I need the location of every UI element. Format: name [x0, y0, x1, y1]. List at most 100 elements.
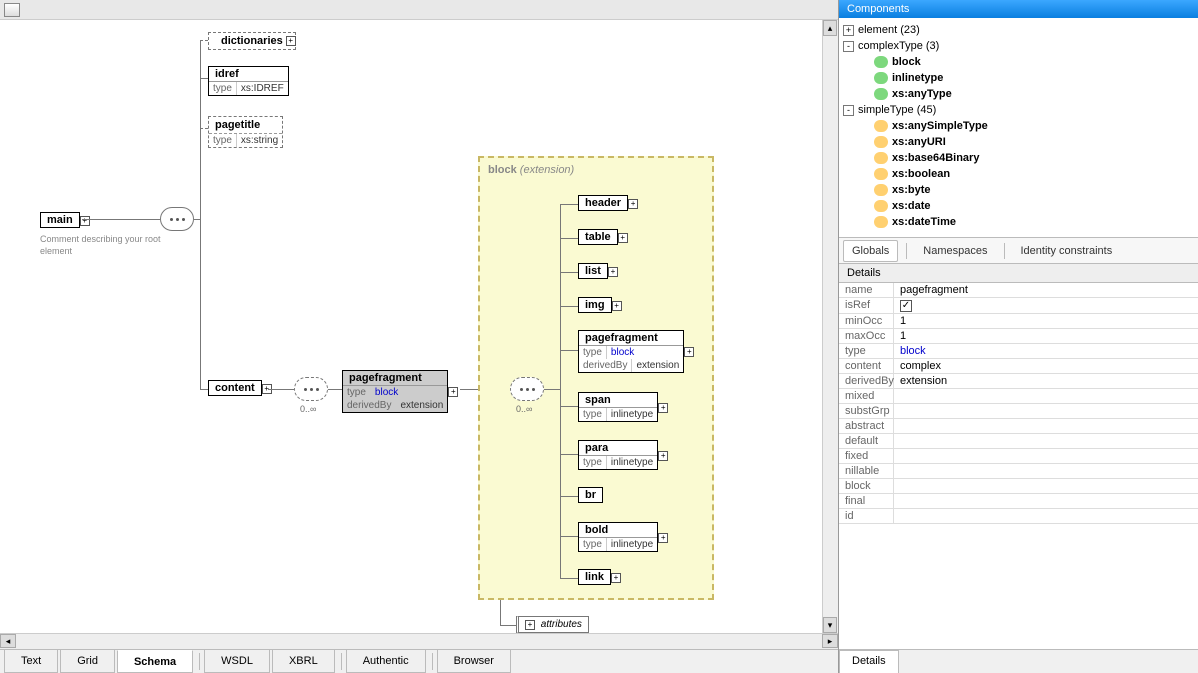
- tree-item[interactable]: xs:date: [839, 198, 1198, 214]
- details-value[interactable]: [894, 509, 1198, 523]
- details-row[interactable]: maxOcc1: [839, 329, 1198, 344]
- details-value[interactable]: [894, 389, 1198, 403]
- tree-item[interactable]: xs:base64Binary: [839, 150, 1198, 166]
- details-row[interactable]: typeblock: [839, 344, 1198, 359]
- details-row[interactable]: contentcomplex: [839, 359, 1198, 374]
- node-link[interactable]: link: [578, 569, 611, 585]
- details-value[interactable]: [894, 494, 1198, 508]
- expand-icon[interactable]: [618, 233, 628, 243]
- details-value[interactable]: [894, 434, 1198, 448]
- tree-toggle-icon[interactable]: -: [843, 105, 854, 116]
- schema-canvas[interactable]: main Comment describing your root elemen…: [0, 20, 838, 633]
- tree-item[interactable]: block: [839, 54, 1198, 70]
- node-attributes[interactable]: + attributes: [516, 616, 589, 633]
- node-header[interactable]: header: [578, 195, 628, 211]
- expand-icon[interactable]: [658, 451, 668, 461]
- tab-globals[interactable]: Globals: [843, 240, 898, 262]
- details-value[interactable]: pagefragment: [894, 283, 1198, 297]
- tree-item[interactable]: xs:byte: [839, 182, 1198, 198]
- tab-namespaces[interactable]: Namespaces: [915, 241, 995, 261]
- tree-item[interactable]: -simpleType (45): [839, 102, 1198, 118]
- tree-item[interactable]: xs:boolean: [839, 166, 1198, 182]
- details-table[interactable]: namepagefragmentisRef✓minOcc1maxOcc1type…: [839, 283, 1198, 649]
- details-tab[interactable]: Details: [839, 650, 899, 673]
- tab-browser[interactable]: Browser: [437, 650, 511, 673]
- details-value[interactable]: [894, 479, 1198, 493]
- details-row[interactable]: block: [839, 479, 1198, 494]
- tree-toggle-icon[interactable]: +: [843, 25, 854, 36]
- expand-icon[interactable]: [628, 199, 638, 209]
- node-pagefragment-child[interactable]: pagefragment type block derivedBy extens…: [578, 330, 684, 373]
- expand-icon[interactable]: [286, 36, 296, 46]
- tree-item[interactable]: xs:anySimpleType: [839, 118, 1198, 134]
- tree-item[interactable]: -complexType (3): [839, 38, 1198, 54]
- node-span[interactable]: span type inlinetype: [578, 392, 658, 422]
- tree-item[interactable]: xs:anyType: [839, 86, 1198, 102]
- expand-icon[interactable]: [658, 403, 668, 413]
- tab-text[interactable]: Text: [4, 650, 58, 673]
- node-br[interactable]: br: [578, 487, 603, 503]
- details-row[interactable]: abstract: [839, 419, 1198, 434]
- details-value[interactable]: [894, 404, 1198, 418]
- sequence-compositor[interactable]: [160, 207, 194, 231]
- tab-authentic[interactable]: Authentic: [346, 650, 426, 673]
- vertical-scrollbar[interactable]: ▴ ▾: [822, 20, 838, 633]
- expand-icon[interactable]: +: [525, 620, 535, 630]
- expand-icon[interactable]: [658, 533, 668, 543]
- node-idref[interactable]: idref type xs:IDREF: [208, 66, 289, 96]
- details-value[interactable]: 1: [894, 329, 1198, 343]
- components-tree[interactable]: +element (23)-complexType (3)blockinline…: [839, 18, 1198, 238]
- expand-icon[interactable]: [448, 387, 458, 397]
- details-row[interactable]: mixed: [839, 389, 1198, 404]
- details-row[interactable]: isRef✓: [839, 298, 1198, 314]
- details-value[interactable]: block: [894, 344, 1198, 358]
- details-row[interactable]: derivedByextension: [839, 374, 1198, 389]
- node-list[interactable]: list: [578, 263, 608, 279]
- node-para[interactable]: para type inlinetype: [578, 440, 658, 470]
- tree-toggle-icon[interactable]: -: [843, 41, 854, 52]
- scroll-up-arrow[interactable]: ▴: [823, 20, 837, 36]
- checkbox-icon[interactable]: ✓: [900, 300, 912, 312]
- expand-icon[interactable]: [608, 267, 618, 277]
- expand-icon[interactable]: [80, 216, 90, 226]
- details-row[interactable]: substGrp: [839, 404, 1198, 419]
- tab-grid[interactable]: Grid: [60, 650, 115, 673]
- tree-item[interactable]: +element (23): [839, 22, 1198, 38]
- expand-icon[interactable]: [611, 573, 621, 583]
- details-row[interactable]: nillable: [839, 464, 1198, 479]
- node-content[interactable]: content: [208, 380, 262, 396]
- details-row[interactable]: default: [839, 434, 1198, 449]
- sequence-compositor-3[interactable]: [510, 377, 544, 401]
- details-value[interactable]: complex: [894, 359, 1198, 373]
- node-dictionaries[interactable]: dictionaries: [208, 32, 296, 50]
- tree-item[interactable]: xs:dateTime: [839, 214, 1198, 230]
- details-value[interactable]: extension: [894, 374, 1198, 388]
- scroll-right-arrow[interactable]: ▸: [822, 634, 838, 648]
- tab-identity-constraints[interactable]: Identity constraints: [1013, 241, 1121, 261]
- tree-item[interactable]: xs:anyURI: [839, 134, 1198, 150]
- expand-icon[interactable]: [684, 347, 694, 357]
- tab-wsdl[interactable]: WSDL: [204, 650, 270, 673]
- details-value[interactable]: 1: [894, 314, 1198, 328]
- node-pagefragment-selected[interactable]: pagefragment type block derivedBy extens…: [342, 370, 448, 413]
- details-row[interactable]: id: [839, 509, 1198, 524]
- details-value[interactable]: [894, 449, 1198, 463]
- node-pagetitle[interactable]: pagetitle type xs:string: [208, 116, 283, 148]
- details-value[interactable]: [894, 419, 1198, 433]
- details-row[interactable]: final: [839, 494, 1198, 509]
- details-value[interactable]: ✓: [894, 298, 1198, 313]
- details-row[interactable]: minOcc1: [839, 314, 1198, 329]
- tab-xbrl[interactable]: XBRL: [272, 650, 335, 673]
- tree-item[interactable]: inlinetype: [839, 70, 1198, 86]
- scroll-left-arrow[interactable]: ◂: [0, 634, 16, 648]
- node-main[interactable]: main: [40, 212, 80, 228]
- node-bold[interactable]: bold type inlinetype: [578, 522, 658, 552]
- node-img[interactable]: img: [578, 297, 612, 313]
- details-value[interactable]: [894, 464, 1198, 478]
- expand-icon[interactable]: [612, 301, 622, 311]
- toolbar-icon[interactable]: [4, 3, 20, 17]
- horizontal-scrollbar[interactable]: ◂ ▸: [0, 633, 838, 649]
- tab-schema[interactable]: Schema: [117, 650, 193, 673]
- node-table[interactable]: table: [578, 229, 618, 245]
- details-row[interactable]: fixed: [839, 449, 1198, 464]
